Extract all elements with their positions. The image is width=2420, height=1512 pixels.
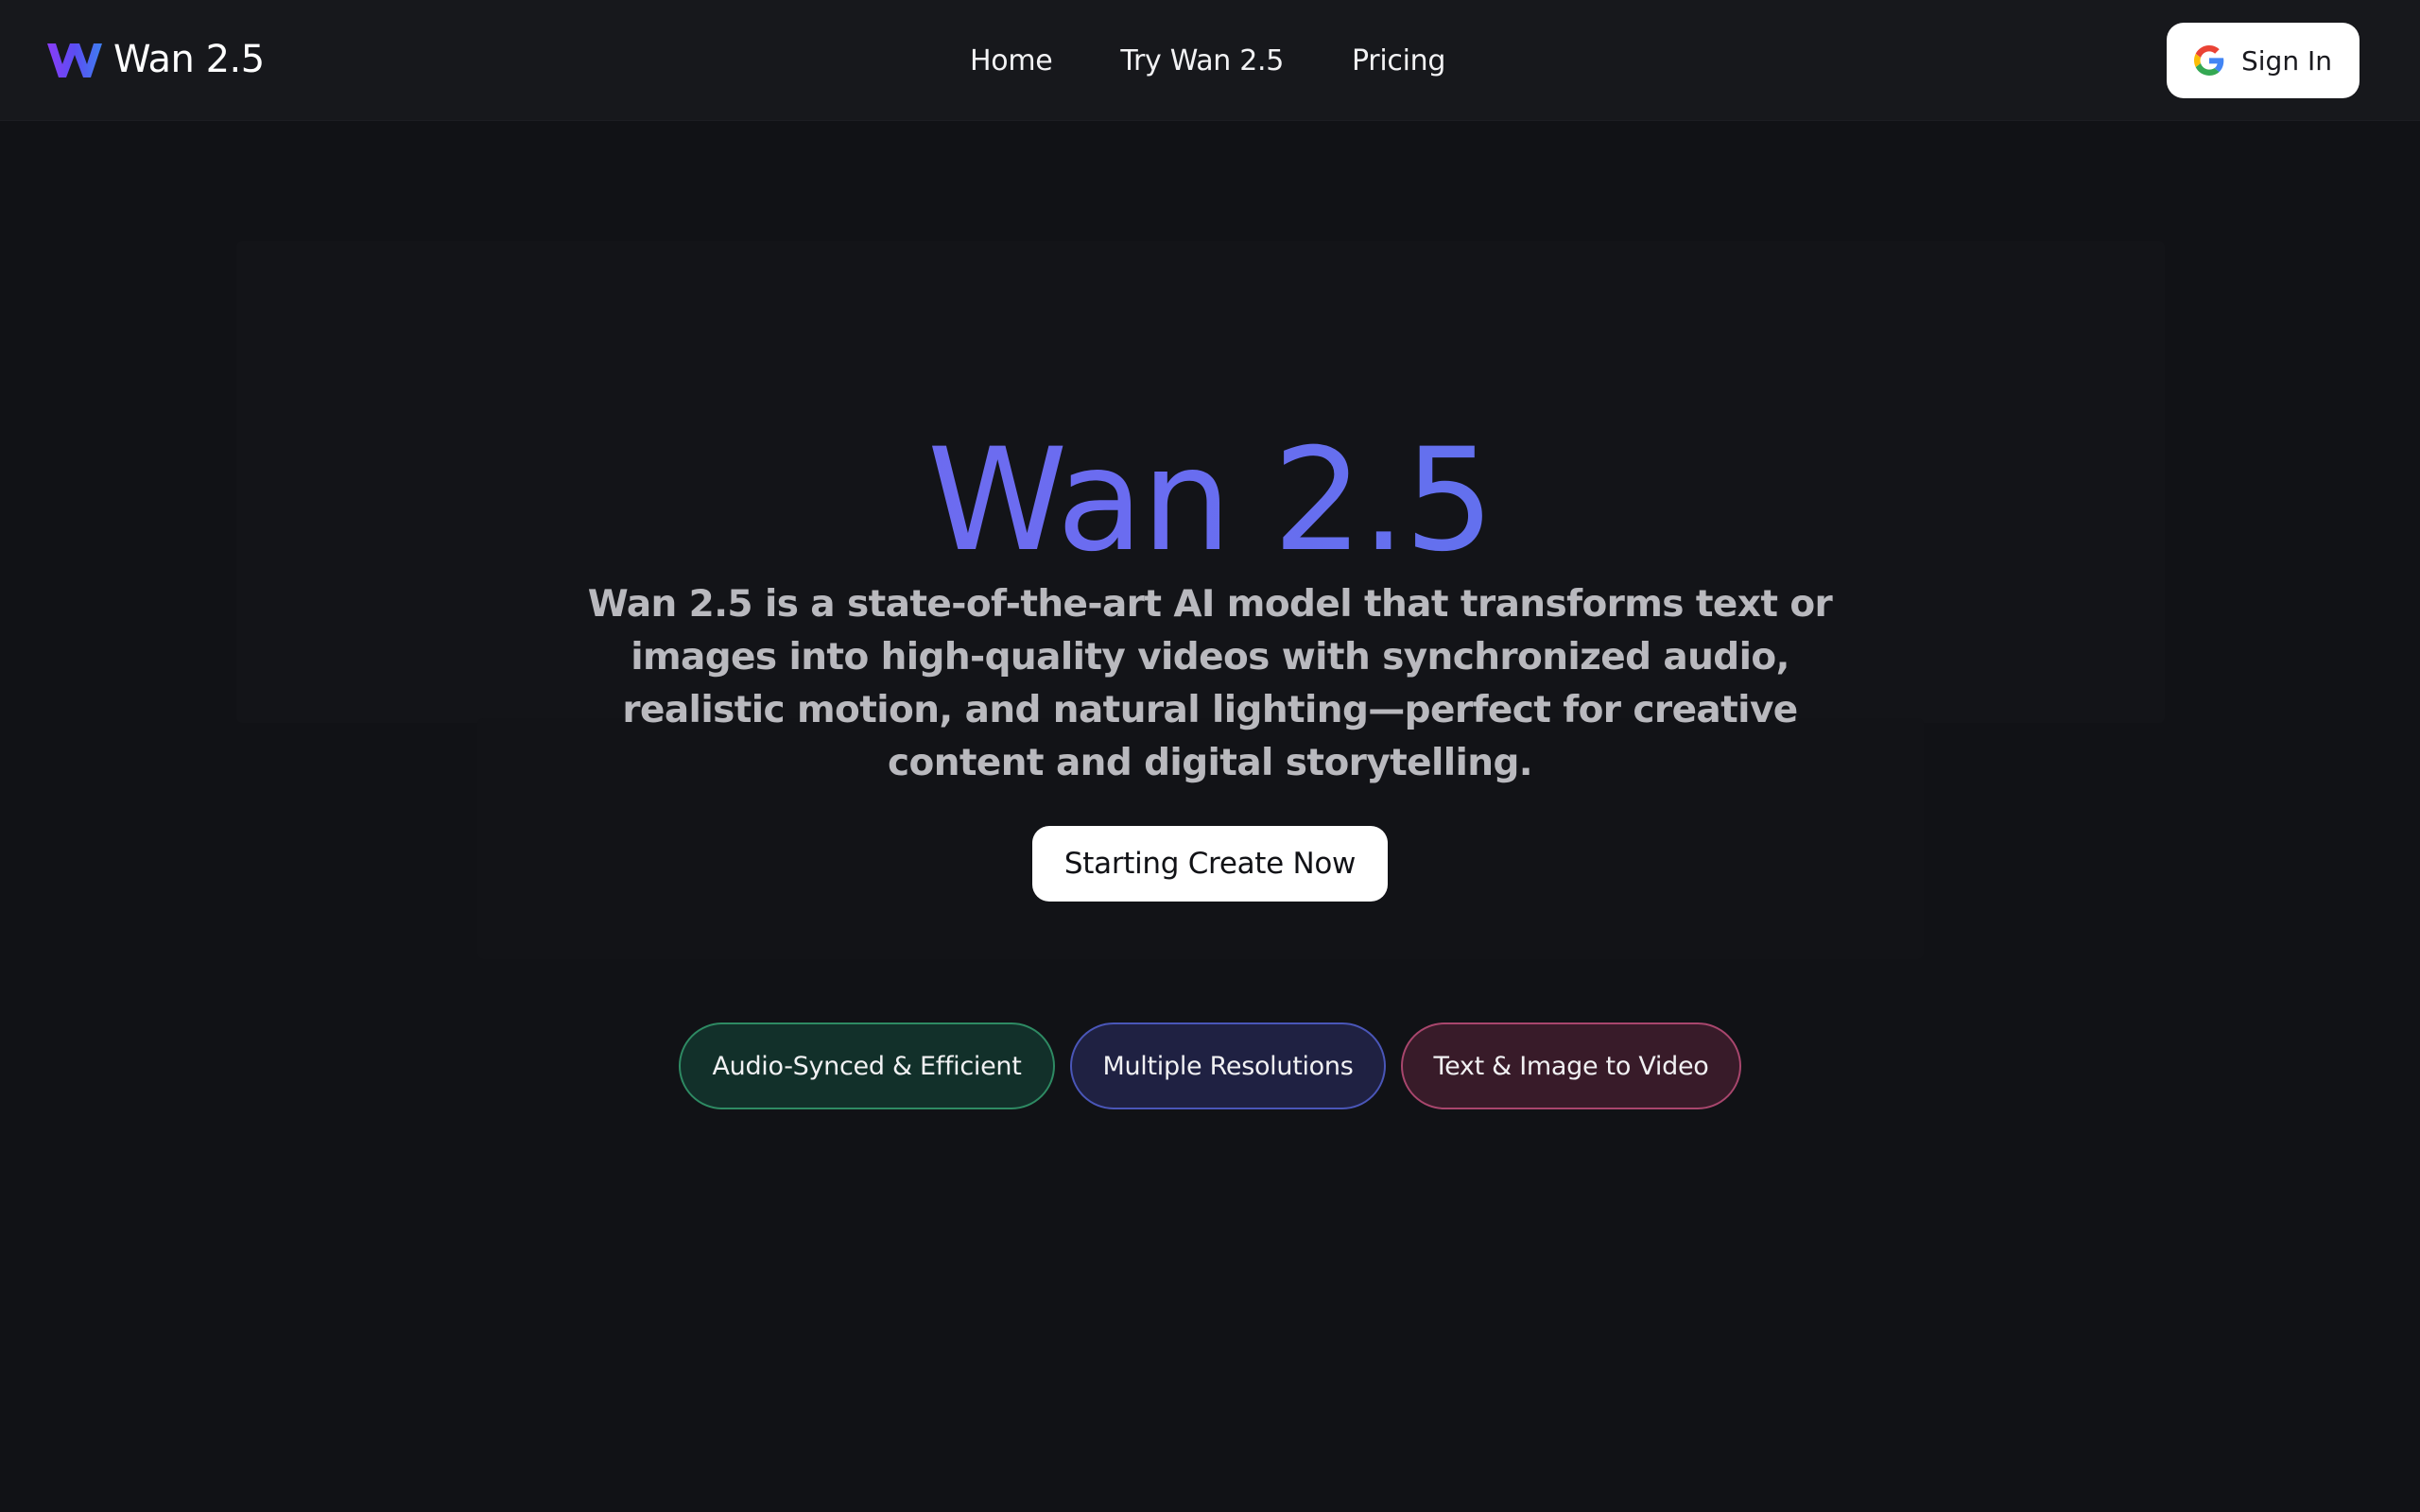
brand-name: Wan 2.5: [113, 38, 265, 81]
feature-pill-resolutions: Multiple Resolutions: [1070, 1022, 1386, 1109]
google-icon: [2194, 45, 2224, 76]
hero-title: Wan 2.5: [0, 416, 2420, 586]
nav-pricing[interactable]: Pricing: [1352, 44, 1445, 77]
brand[interactable]: Wan 2.5: [45, 30, 265, 89]
nav-try-wan[interactable]: Try Wan 2.5: [1120, 44, 1284, 77]
nav-home[interactable]: Home: [970, 44, 1053, 77]
feature-pill-audio-synced: Audio-Synced & Efficient: [679, 1022, 1055, 1109]
feature-pill-text-image-video: Text & Image to Video: [1401, 1022, 1741, 1109]
hero-description: Wan 2.5 is a state-of-the-art AI model t…: [587, 583, 1833, 784]
top-navbar: Wan 2.5 Home Try Wan 2.5 Pricing Sign In: [0, 0, 2420, 121]
sign-in-label: Sign In: [2241, 44, 2332, 77]
w-logo-icon: [47, 43, 102, 77]
start-create-button[interactable]: Starting Create Now: [1032, 826, 1388, 902]
main-nav: Home Try Wan 2.5 Pricing: [970, 38, 1445, 83]
sign-in-button[interactable]: Sign In: [2167, 23, 2360, 98]
